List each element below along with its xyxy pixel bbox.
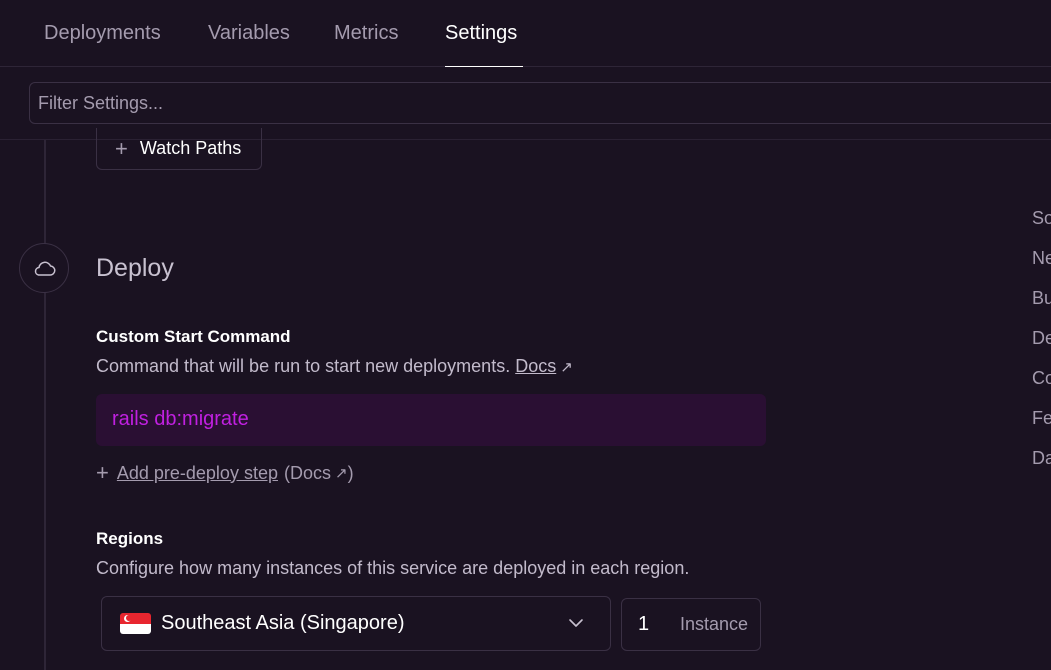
tab-bar: Deployments Variables Metrics Settings bbox=[0, 0, 1051, 67]
tab-variables[interactable]: Variables bbox=[208, 22, 290, 45]
custom-start-command-description: Command that will be run to start new de… bbox=[96, 356, 573, 377]
region-select[interactable]: Southeast Asia (Singapore) bbox=[101, 596, 611, 651]
deploy-section-marker bbox=[19, 243, 69, 293]
side-nav-item[interactable]: So bbox=[1032, 208, 1051, 229]
timeline-line bbox=[44, 140, 46, 670]
start-command-input[interactable]: rails db:migrate bbox=[96, 394, 766, 446]
instance-unit-label: Instance bbox=[680, 614, 749, 634]
custom-start-command-title: Custom Start Command bbox=[96, 327, 291, 346]
predeploy-docs-suffix: ) bbox=[347, 462, 354, 483]
singapore-flag-icon bbox=[120, 613, 151, 634]
deploy-section-title: Deploy bbox=[96, 254, 174, 282]
watch-paths-button[interactable]: + Watch Paths bbox=[96, 128, 262, 170]
cloud-icon bbox=[34, 261, 56, 276]
side-nav-item[interactable]: Ne bbox=[1032, 248, 1051, 269]
instance-count-input[interactable]: 1 Instance bbox=[621, 598, 761, 651]
instance-count-value: 1 bbox=[638, 613, 650, 635]
predeploy-docs-prefix[interactable]: (Docs bbox=[284, 463, 331, 484]
regions-title: Regions bbox=[96, 529, 164, 548]
add-predeploy-row: + Add pre-deploy step (Docs ↗) bbox=[96, 462, 354, 484]
tab-metrics[interactable]: Metrics bbox=[334, 22, 398, 45]
chevron-down-icon bbox=[569, 619, 583, 627]
side-nav-item[interactable]: Fe bbox=[1032, 408, 1051, 429]
start-command-desc-text: Command that will be run to start new de… bbox=[96, 356, 511, 376]
regions-description: Configure how many instances of this ser… bbox=[96, 558, 690, 578]
add-predeploy-step-link[interactable]: Add pre-deploy step bbox=[117, 463, 278, 484]
side-nav-item[interactable]: De bbox=[1032, 328, 1051, 349]
watch-paths-label: Watch Paths bbox=[139, 138, 242, 158]
side-nav-item[interactable]: Bu bbox=[1032, 288, 1051, 309]
region-selected-label: Southeast Asia (Singapore) bbox=[161, 612, 405, 634]
side-nav-item[interactable]: Co bbox=[1032, 368, 1051, 389]
start-command-docs-link[interactable]: Docs bbox=[515, 356, 556, 376]
tab-settings[interactable]: Settings bbox=[445, 22, 517, 45]
filter-settings-input[interactable] bbox=[29, 82, 1051, 124]
plus-icon: + bbox=[115, 135, 128, 161]
external-link-icon: ↗ bbox=[560, 359, 573, 376]
plus-icon: + bbox=[96, 460, 109, 485]
tab-deployments[interactable]: Deployments bbox=[44, 22, 161, 45]
side-nav-item[interactable]: Da bbox=[1032, 448, 1051, 469]
external-link-icon: ↗ bbox=[334, 465, 348, 482]
